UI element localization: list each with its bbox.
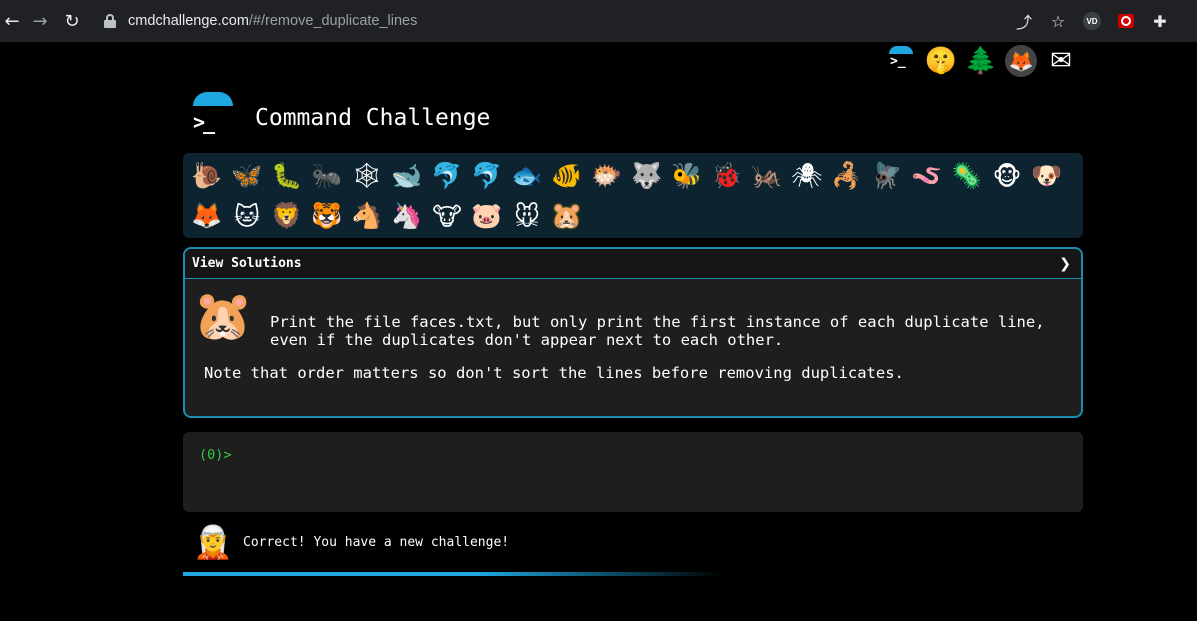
challenge-spider-icon[interactable]: 🕷: [787, 156, 827, 196]
extensions-puzzle-icon[interactable]: ✚: [1143, 6, 1177, 36]
page-title: Command Challenge: [255, 105, 491, 131]
view-solutions-toggle[interactable]: View Solutions ❯: [185, 249, 1081, 279]
terminal-prompt-icon: >_: [193, 110, 215, 134]
bookmark-star-icon[interactable]: ☆: [1041, 6, 1075, 36]
challenge-list: 🐌 🦋 🐛 🐜 🕸 🐋 🐬 🐬 🐟 🐠 🐡 🐺 🐝 🐞 🦗 🕷 🦂 🪰 🪱 🦠 🐵 🐶 🦊 🐱 🦁 🐯 🐴 🦄 🐮 🐷 🐭 🐹: [183, 153, 1083, 238]
challenge-ladybug-icon[interactable]: 🐞: [707, 156, 747, 196]
elf-icon: 🧝: [193, 523, 233, 561]
challenge-cow-icon[interactable]: 🐮: [427, 196, 467, 236]
forward-arrow-icon[interactable]: →: [28, 9, 52, 33]
top-links: >_ 🤫 🌲 🦊 ✉: [884, 44, 1078, 78]
challenge-tiger-icon[interactable]: 🐯: [307, 196, 347, 236]
terminal-prompt: (0)>: [199, 447, 232, 463]
url-text[interactable]: cmdchallenge.com/#/remove_duplicate_line…: [128, 13, 417, 29]
challenge-scorpion-icon[interactable]: 🦂: [827, 156, 867, 196]
challenge-fox-icon[interactable]: 🦊: [187, 196, 227, 236]
site-logo[interactable]: >_: [189, 92, 237, 136]
challenge-shark-icon[interactable]: 🐬: [467, 156, 507, 196]
challenge-bug-icon[interactable]: 🐛: [267, 156, 307, 196]
challenge-tropical-fish-icon[interactable]: 🐠: [547, 156, 587, 196]
challenge-description: Print the file faces.txt, but only print…: [270, 313, 1070, 349]
challenge-monkey-icon[interactable]: 🐵: [987, 156, 1027, 196]
challenge-mouse-icon[interactable]: 🐭: [507, 196, 547, 236]
view-solutions-label: View Solutions: [192, 256, 302, 271]
challenge-panel: View Solutions ❯ 🐹 Print the file faces.…: [183, 247, 1083, 418]
back-arrow-icon[interactable]: ←: [0, 9, 24, 33]
challenge-spider-web-icon[interactable]: 🕸: [347, 156, 387, 196]
challenge-whale-icon[interactable]: 🐋: [387, 156, 427, 196]
challenge-microbe-icon[interactable]: 🦠: [947, 156, 987, 196]
challenge-dog-icon[interactable]: 🐶: [1027, 156, 1067, 196]
challenge-cricket-icon[interactable]: 🦗: [747, 156, 787, 196]
gitlab-fox-icon[interactable]: 🦊: [1004, 44, 1038, 78]
challenge-fish-icon[interactable]: 🐟: [507, 156, 547, 196]
challenge-pig-icon[interactable]: 🐷: [467, 196, 507, 236]
evergreen-tree-icon[interactable]: 🌲: [964, 44, 998, 78]
challenge-blowfish-icon[interactable]: 🐡: [587, 156, 627, 196]
terminal-logo-icon[interactable]: >_: [884, 44, 918, 78]
profile-edge: [1177, 6, 1197, 36]
challenge-dolphin-icon[interactable]: 🐬: [427, 156, 467, 196]
challenge-horse-icon[interactable]: 🐴: [347, 196, 387, 236]
challenge-butterfly-icon[interactable]: 🦋: [227, 156, 267, 196]
challenge-note: Note that order matters so don't sort th…: [204, 364, 904, 382]
challenge-lion-icon[interactable]: 🦁: [267, 196, 307, 236]
share-icon[interactable]: ⤴: [1007, 6, 1041, 36]
extension-vd-icon[interactable]: VD: [1075, 6, 1109, 36]
status-message: 🧝 Correct! You have a new challenge!: [193, 520, 509, 564]
shushing-face-icon[interactable]: 🤫: [924, 44, 958, 78]
hamster-icon: 🐹: [193, 287, 253, 344]
challenge-hamster-icon[interactable]: 🐹: [547, 196, 587, 236]
browser-toolbar: ← → ↻ cmdchallenge.com/#/remove_duplicat…: [0, 0, 1197, 42]
envelope-icon[interactable]: ✉: [1044, 44, 1078, 78]
description-line-2: even if the duplicates don't appear next…: [270, 331, 784, 349]
reload-icon[interactable]: ↻: [60, 9, 84, 33]
challenge-cat-icon[interactable]: 🐱: [227, 196, 267, 236]
status-text: Correct! You have a new challenge!: [243, 534, 510, 550]
progress-bar: [183, 572, 723, 576]
challenge-wolf-icon[interactable]: 🐺: [627, 156, 667, 196]
challenge-snail-icon[interactable]: 🐌: [187, 156, 227, 196]
lock-icon: [104, 14, 116, 28]
challenge-ant-icon[interactable]: 🐜: [307, 156, 347, 196]
chevron-right-icon: ❯: [1059, 255, 1071, 272]
challenge-worm-icon[interactable]: 🪱: [907, 156, 947, 196]
extension-youtube-icon[interactable]: [1109, 6, 1143, 36]
description-line-1: Print the file faces.txt, but only print…: [270, 313, 1045, 331]
terminal-input-area[interactable]: (0)>: [183, 432, 1083, 512]
address-bar[interactable]: cmdchallenge.com/#/remove_duplicate_line…: [94, 6, 1084, 36]
umbrella-icon: [193, 92, 233, 106]
challenge-unicorn-icon[interactable]: 🦄: [387, 196, 427, 236]
challenge-fly-icon[interactable]: 🪰: [867, 156, 907, 196]
challenge-bee-icon[interactable]: 🐝: [667, 156, 707, 196]
